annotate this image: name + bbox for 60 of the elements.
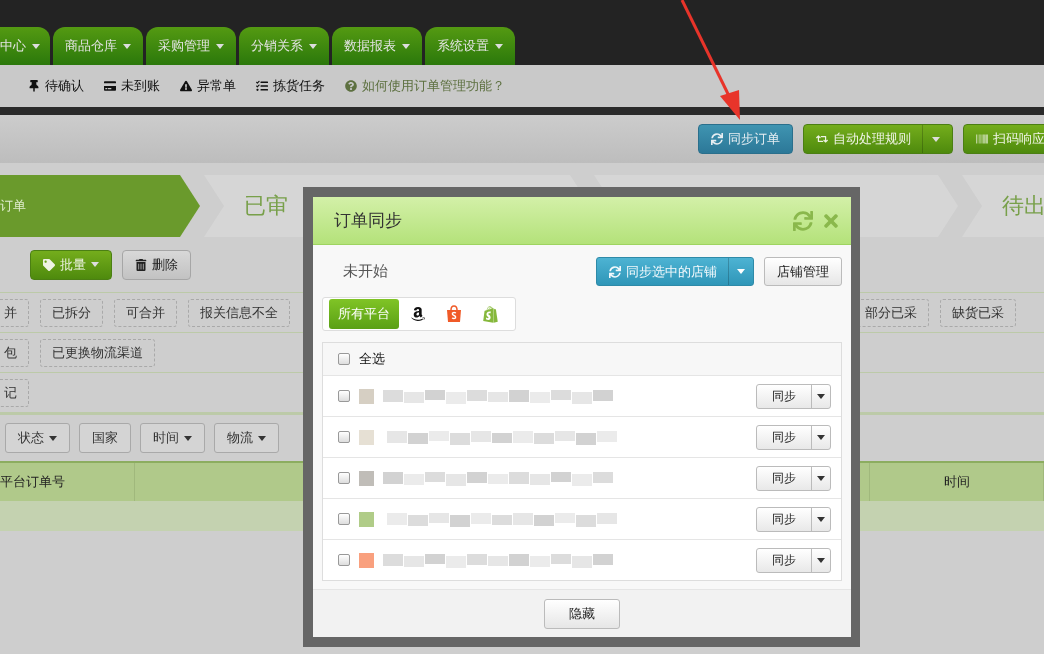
dropdown-toggle[interactable] (922, 125, 940, 153)
toolbar-button[interactable]: 同步订单 (698, 124, 793, 154)
checkbox[interactable] (338, 431, 350, 443)
nav-tab[interactable]: 中心 (0, 27, 50, 65)
filter-tag[interactable]: 报关信息不全 (188, 298, 290, 327)
link-label: 待确认 (45, 77, 84, 95)
nav-tab[interactable]: 商品仓库 (53, 27, 143, 65)
sync-button[interactable]: 同步 (756, 506, 831, 532)
filter-tag[interactable]: 可合并 (114, 298, 177, 327)
sub-nav-link[interactable]: 异常单 (180, 77, 236, 95)
filter-button[interactable]: 国家 (79, 423, 131, 453)
filter-tag[interactable]: 并 (0, 298, 29, 327)
checkbox[interactable] (338, 353, 350, 365)
list-icon (256, 80, 268, 92)
link-label: 拣货任务 (273, 77, 325, 95)
sync-button[interactable]: 同步 (756, 547, 831, 573)
checkbox[interactable] (338, 513, 350, 525)
sub-nav-link[interactable]: 待确认 (28, 77, 84, 95)
sync-button[interactable]: 同步 (756, 465, 831, 491)
sync-status: 未开始 (342, 262, 389, 281)
sync-button[interactable]: 同步 (756, 424, 831, 450)
nav-tab[interactable]: 分销关系 (239, 27, 329, 65)
sub-nav-link[interactable]: 拣货任务 (256, 77, 325, 95)
nav-tab[interactable]: 采购管理 (146, 27, 236, 65)
barcode-icon (976, 133, 988, 145)
select-all-label: 全选 (359, 350, 385, 368)
refresh-icon (609, 265, 621, 278)
sync-button[interactable]: 同步 (756, 383, 831, 409)
shopping-bag-icon (482, 305, 499, 323)
warning-icon (180, 80, 192, 92)
repeat-icon (816, 133, 828, 145)
trash-icon (135, 258, 147, 271)
filter-tag[interactable]: 包 (0, 338, 29, 367)
card-icon (104, 80, 116, 92)
filter-tag[interactable]: 记 (0, 378, 29, 407)
link-label: 未到账 (121, 77, 160, 95)
filter-tag[interactable]: 缺货已采 (940, 298, 1016, 327)
link-label: 异常单 (197, 77, 236, 95)
filter-tag[interactable]: 已更换物流渠道 (40, 338, 155, 367)
filter-tag[interactable]: 已拆分 (40, 298, 103, 327)
tag-icon (43, 258, 55, 271)
shopping-bag-icon (446, 305, 462, 323)
filter-button[interactable]: 物流 (214, 423, 279, 453)
store-management-button[interactable]: 店铺管理 (764, 257, 842, 286)
nav-tab[interactable]: 系统设置 (425, 27, 515, 65)
filter-button[interactable]: 时间 (140, 423, 205, 453)
refresh-icon[interactable] (793, 210, 813, 231)
amazon-icon (410, 306, 426, 322)
hide-button[interactable]: 隐藏 (544, 598, 620, 629)
dialog-title: 订单同步 (334, 209, 403, 232)
checkbox[interactable] (338, 554, 350, 566)
filter-button[interactable]: 状态 (5, 423, 70, 453)
sub-nav-link[interactable]: 未到账 (104, 77, 160, 95)
help-icon (345, 80, 357, 92)
checkbox[interactable] (338, 390, 350, 402)
pin-icon (28, 80, 40, 92)
checkbox[interactable] (338, 472, 350, 484)
action-button[interactable]: 删除 (122, 249, 191, 280)
nav-tab[interactable]: 数据报表 (332, 27, 422, 65)
refresh-icon (711, 133, 723, 145)
